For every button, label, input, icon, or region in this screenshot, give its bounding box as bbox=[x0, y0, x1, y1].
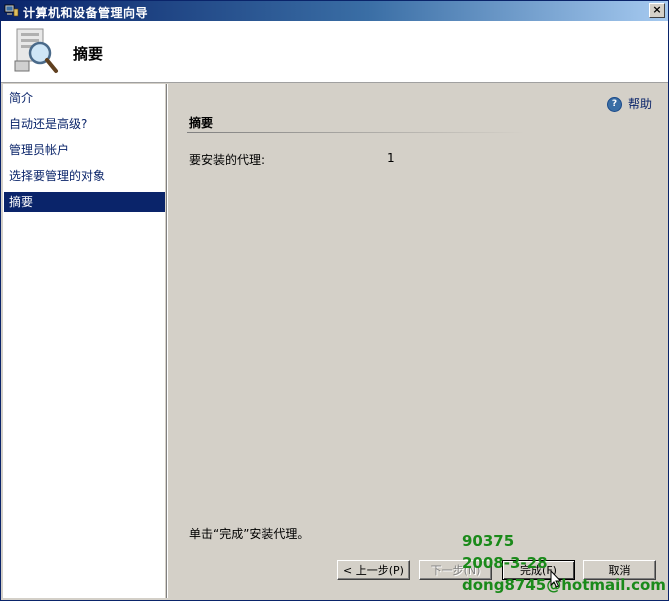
watermark-line-3: dong8745@hotmail.com bbox=[462, 576, 666, 594]
help-link[interactable]: ? 帮助 bbox=[607, 95, 653, 112]
sidebar-item-auto-or-advanced[interactable]: 自动还是高级? bbox=[4, 114, 165, 134]
sidebar-item-intro[interactable]: 简介 bbox=[4, 88, 165, 108]
watermark-line-1: 90375 bbox=[462, 532, 515, 550]
mouse-cursor-icon bbox=[550, 570, 562, 588]
computer-network-icon bbox=[4, 4, 19, 17]
close-button[interactable]: × bbox=[649, 3, 665, 18]
window-title: 计算机和设备管理向导 bbox=[23, 6, 149, 20]
section-title: 摘要 bbox=[189, 116, 214, 130]
back-button[interactable]: < 上一步(P) bbox=[337, 560, 410, 580]
wizard-window: 计算机和设备管理向导 × 摘要 简介 自动还是高级? 管理员帐户 选择要管理的对… bbox=[0, 0, 669, 601]
agents-to-install-label: 要安装的代理: bbox=[189, 153, 266, 167]
page-title: 摘要 bbox=[73, 45, 104, 63]
sidebar-item-summary[interactable]: 摘要 bbox=[4, 192, 165, 212]
sidebar-item-admin-account[interactable]: 管理员帐户 bbox=[4, 140, 165, 160]
watermark-line-2: 2008-3-28 bbox=[462, 554, 548, 572]
footer-instruction: 单击“完成”安装代理。 bbox=[189, 527, 310, 541]
wizard-steps-sidebar: 简介 自动还是高级? 管理员帐户 选择要管理的对象 摘要 bbox=[3, 84, 165, 598]
magnifier-computer-icon bbox=[14, 28, 58, 73]
section-divider bbox=[187, 132, 525, 133]
title-bar[interactable]: 计算机和设备管理向导 × bbox=[1, 1, 668, 21]
wizard-header: 摘要 bbox=[1, 21, 668, 83]
help-label: 帮助 bbox=[628, 97, 653, 111]
sidebar-divider bbox=[166, 84, 168, 598]
help-icon: ? bbox=[607, 97, 622, 112]
sidebar-item-select-objects[interactable]: 选择要管理的对象 bbox=[4, 166, 165, 186]
agents-to-install-value: 1 bbox=[387, 151, 395, 165]
